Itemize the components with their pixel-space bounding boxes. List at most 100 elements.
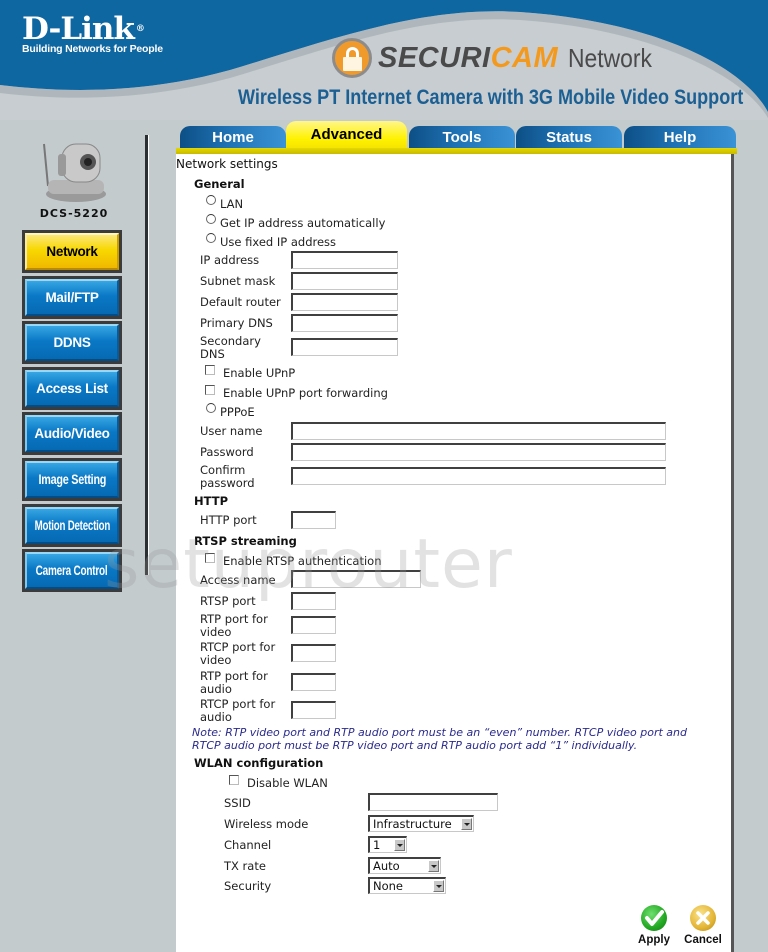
password-label: Password — [200, 445, 254, 459]
http-port-input[interactable] — [291, 511, 336, 529]
rtp-audio-port-input[interactable] — [291, 673, 336, 691]
radio-button[interactable] — [206, 403, 216, 413]
sidebar-item-network[interactable]: Network — [22, 230, 122, 273]
confirm-password-input[interactable] — [291, 467, 666, 485]
upnp-port-forwarding-option[interactable]: Enable UPnP port forwarding — [205, 385, 388, 400]
sidebar-item-label: Motion Detection — [25, 506, 119, 544]
apply-button[interactable]: Apply — [636, 905, 672, 946]
chevron-down-icon[interactable] — [461, 818, 472, 830]
ssid-label: SSID — [224, 796, 251, 810]
ssid-input[interactable] — [368, 793, 498, 811]
chevron-down-icon[interactable] — [433, 880, 444, 892]
radio-fixed-ip[interactable]: Use fixed IP address — [206, 233, 336, 249]
sidebar-nav: Network Mail/FTP DDNS Access List Audio/… — [22, 230, 122, 595]
radio-dhcp[interactable]: Get IP address automatically — [206, 214, 385, 230]
rtcp-audio-port-input[interactable] — [291, 701, 336, 719]
camera-model-label: DCS-5220 — [39, 207, 109, 220]
upnp-port-forwarding-checkbox[interactable] — [205, 385, 215, 395]
channel-label: Channel — [224, 838, 272, 852]
cancel-button[interactable]: Cancel — [682, 905, 724, 946]
securicam-wordmark: SECURICAM — [378, 41, 559, 74]
sidebar-item-camera-control[interactable]: Camera Control — [22, 549, 122, 593]
sidebar-item-image-setting[interactable]: Image Setting — [22, 457, 122, 501]
channel-select[interactable]: 1 — [368, 836, 407, 853]
apply-label: Apply — [638, 934, 670, 946]
user-name-label: User name — [200, 424, 263, 438]
secondary-dns-input[interactable] — [291, 338, 398, 356]
ip-address-label: IP address — [200, 253, 260, 267]
chevron-down-icon[interactable] — [394, 839, 405, 851]
camera-product-icon — [43, 143, 106, 202]
rtp-video-port-label: RTP port for video — [200, 612, 268, 639]
radio-pppoe[interactable]: PPPoE — [206, 403, 255, 419]
cancel-label: Cancel — [684, 934, 722, 946]
password-input[interactable] — [291, 443, 666, 461]
sidebar-divider — [145, 135, 149, 575]
http-port-label: HTTP port — [200, 513, 257, 527]
rtp-video-port-input[interactable] — [291, 616, 336, 634]
close-icon — [690, 905, 716, 931]
section-heading-wlan: WLAN configuration — [194, 756, 324, 770]
wireless-mode-select[interactable]: Infrastructure — [368, 815, 474, 832]
header-banner: D-Link ® Building Networks for People SEC… — [0, 0, 768, 120]
sidebar-item-label: Network — [25, 233, 119, 270]
radio-lan[interactable]: LAN — [206, 195, 243, 211]
content-panel: Network settings General LAN Get IP addr… — [176, 154, 734, 952]
primary-dns-input[interactable] — [291, 314, 398, 332]
rtsp-auth-option[interactable]: Enable RTSP authentication — [205, 553, 382, 568]
tx-rate-select[interactable]: Auto — [368, 857, 441, 874]
rtsp-port-label: RTSP port — [200, 594, 256, 608]
disable-wlan-option[interactable]: Disable WLAN — [229, 775, 328, 790]
rtcp-video-port-label: RTCP port for video — [200, 640, 276, 667]
chevron-down-icon[interactable] — [428, 860, 439, 872]
primary-dns-label: Primary DNS — [200, 316, 273, 330]
subnet-mask-label: Subnet mask — [200, 274, 276, 288]
ip-address-input[interactable] — [291, 251, 398, 269]
sidebar-item-label: DDNS — [25, 324, 119, 362]
rtsp-auth-checkbox[interactable] — [205, 553, 215, 563]
registered-mark: ® — [135, 24, 145, 34]
security-label: Security — [224, 879, 272, 893]
confirm-password-label: Confirm password — [200, 463, 255, 490]
section-heading-general: General — [194, 177, 245, 191]
sidebar-item-access-list[interactable]: Access List — [22, 366, 122, 410]
user-name-input[interactable] — [291, 422, 666, 440]
securicam-logo: SECURICAM Network — [332, 38, 663, 78]
sidebar-item-label: Camera Control — [25, 552, 119, 590]
lock-icon — [332, 38, 372, 78]
access-name-label: Access name — [200, 573, 276, 587]
default-router-input[interactable] — [291, 293, 398, 311]
sidebar-item-mail-ftp[interactable]: Mail/FTP — [22, 275, 122, 319]
rtcp-video-port-input[interactable] — [291, 644, 336, 662]
product-title: Wireless PT Internet Camera with 3G Mobi… — [238, 86, 744, 109]
upnp-checkbox[interactable] — [205, 365, 215, 375]
upnp-option[interactable]: Enable UPnP — [205, 365, 295, 380]
radio-button[interactable] — [206, 214, 216, 224]
securicam-network-text: Network — [568, 42, 653, 73]
section-heading-rtsp: RTSP streaming — [194, 534, 297, 548]
rtp-port-note: Note: RTP video port and RTP audio port … — [192, 726, 687, 752]
sidebar-item-label: Access List — [25, 369, 119, 407]
security-select[interactable]: None — [368, 877, 446, 894]
access-name-input[interactable] — [291, 570, 421, 588]
tab-advanced[interactable]: Advanced — [286, 121, 407, 151]
sidebar-item-label: Image Setting — [25, 460, 119, 498]
sidebar-item-ddns[interactable]: DDNS — [22, 321, 122, 365]
sidebar-item-label: Audio/Video — [25, 415, 119, 453]
brand-tagline: Building Networks for People — [22, 43, 163, 55]
disable-wlan-checkbox[interactable] — [229, 775, 239, 785]
secondary-dns-label: Secondary DNS — [200, 334, 261, 361]
default-router-label: Default router — [200, 295, 281, 309]
wireless-mode-label: Wireless mode — [224, 817, 309, 831]
rtp-audio-port-label: RTP port for audio — [200, 669, 268, 696]
radio-button[interactable] — [206, 233, 216, 243]
dlink-logo: D-Link ® Building Networks for People — [22, 12, 163, 55]
radio-button[interactable] — [206, 195, 216, 205]
checkmark-icon — [641, 905, 667, 931]
rtcp-audio-port-label: RTCP port for audio — [200, 697, 276, 724]
subnet-mask-input[interactable] — [291, 272, 398, 290]
sidebar-item-audio-video[interactable]: Audio/Video — [22, 412, 122, 456]
sidebar-item-motion-detection[interactable]: Motion Detection — [22, 503, 122, 547]
rtsp-port-input[interactable] — [291, 592, 336, 610]
brand-name: D-Link — [22, 11, 135, 47]
